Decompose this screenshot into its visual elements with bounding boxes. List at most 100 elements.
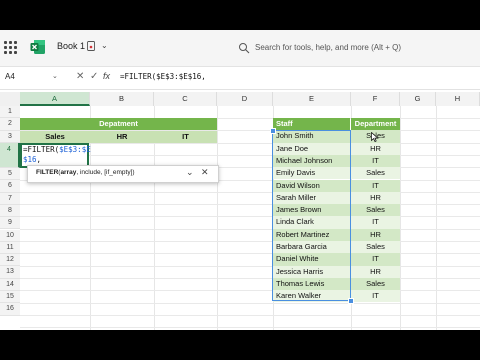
- department-cell[interactable]: HR: [351, 265, 400, 278]
- row-header[interactable]: 8: [0, 204, 20, 218]
- grid-line: [20, 228, 480, 230]
- column-header-d[interactable]: D: [217, 92, 273, 106]
- column-header-f[interactable]: F: [351, 92, 400, 106]
- staff-cell[interactable]: Jane Doe: [273, 142, 350, 155]
- column-header-a[interactable]: A: [20, 92, 90, 106]
- staff-header[interactable]: Staff: [273, 118, 350, 131]
- row-header[interactable]: 12: [0, 254, 20, 267]
- row-header[interactable]: 10: [0, 229, 20, 242]
- department-cell[interactable]: HR: [351, 228, 400, 241]
- department-cell[interactable]: Sales: [351, 204, 400, 217]
- department-cell[interactable]: IT: [351, 290, 400, 303]
- enter-check-icon[interactable]: ✓: [90, 71, 98, 82]
- row-header[interactable]: 6: [0, 180, 20, 193]
- header-hr[interactable]: HR: [90, 131, 154, 143]
- staff-cell[interactable]: Emily Davis: [273, 167, 350, 180]
- argument-include: include: [79, 169, 101, 176]
- staff-cell[interactable]: Robert Martinez: [273, 228, 350, 241]
- column-header-c[interactable]: C: [154, 92, 217, 106]
- department-cell[interactable]: IT: [351, 154, 400, 168]
- row-header[interactable]: 2: [0, 118, 20, 131]
- column-header-b[interactable]: B: [90, 92, 154, 106]
- staff-cell[interactable]: James Brown: [273, 204, 350, 217]
- grid-line: [400, 106, 401, 330]
- formula-bar: A4 ⌄ ✕ ✓ fx =FILTER($E$3:$E$16,: [0, 67, 480, 90]
- function-tooltip[interactable]: FILTER(array, include, [if_empty]) ⌄ ✕: [27, 165, 219, 183]
- chevron-down-icon[interactable]: ⌄: [186, 167, 194, 178]
- department-header[interactable]: Department: [351, 118, 400, 131]
- staff-cell[interactable]: Jessica Harris: [273, 265, 350, 278]
- row-header[interactable]: 14: [0, 278, 20, 291]
- row-header[interactable]: 7: [0, 192, 20, 205]
- argument-array: array: [60, 169, 77, 176]
- insert-function-icon[interactable]: fx: [103, 71, 110, 81]
- row-header[interactable]: 9: [0, 217, 20, 230]
- excel-logo-icon[interactable]: [30, 39, 46, 55]
- save-status-icon: [87, 41, 95, 51]
- row-header[interactable]: 16: [0, 303, 20, 316]
- department-cell[interactable]: IT: [351, 253, 400, 266]
- department-title-cell[interactable]: Depatment: [20, 118, 217, 130]
- active-cell-formula-line1[interactable]: =FILTER($E$3:$E: [23, 145, 91, 154]
- grid-line: [20, 191, 480, 193]
- row-header[interactable]: 13: [0, 266, 20, 279]
- cancel-icon[interactable]: ✕: [76, 71, 84, 82]
- staff-cell[interactable]: John Smith: [273, 130, 350, 143]
- search-icon[interactable]: [238, 42, 250, 54]
- staff-cell[interactable]: David Wilson: [273, 179, 350, 192]
- grid-line: [20, 204, 480, 206]
- column-header-h[interactable]: H: [436, 92, 480, 106]
- grid-line: [20, 327, 480, 329]
- column-header-e[interactable]: E: [273, 92, 351, 106]
- column-header-g[interactable]: G: [400, 92, 436, 106]
- workbook-name[interactable]: Book 1: [57, 41, 85, 51]
- grid-line: [20, 314, 480, 316]
- grid-line: [20, 216, 480, 218]
- header-sales[interactable]: Sales: [20, 131, 90, 143]
- department-cell[interactable]: HR: [351, 191, 400, 205]
- row-header[interactable]: 15: [0, 291, 20, 304]
- department-cell[interactable]: Sales: [351, 167, 400, 180]
- row-header[interactable]: 3: [0, 130, 20, 143]
- argument-if-empty: [if_empty]: [104, 169, 133, 176]
- active-cell-formula-line2[interactable]: $16,: [23, 155, 41, 164]
- name-box[interactable]: A4: [3, 70, 49, 84]
- select-all-corner[interactable]: [0, 92, 20, 106]
- staff-cell[interactable]: Karen Walker: [273, 290, 350, 303]
- staff-cell[interactable]: Linda Clark: [273, 216, 350, 229]
- grid-line: [20, 302, 480, 304]
- department-cell[interactable]: HR: [351, 142, 400, 155]
- department-cell[interactable]: IT: [351, 216, 400, 229]
- close-icon[interactable]: ✕: [201, 167, 209, 178]
- grid-line: [20, 154, 480, 156]
- formula-suffix: ,: [36, 155, 42, 164]
- chevron-down-icon[interactable]: ⌄: [101, 41, 108, 50]
- department-cell[interactable]: IT: [351, 179, 400, 192]
- chevron-down-icon[interactable]: ⌄: [52, 72, 58, 80]
- grid-line: [20, 277, 480, 279]
- title-bar: Book 1 ⌄ Search for tools, help, and mor…: [0, 30, 480, 67]
- function-name: FILTER: [36, 169, 59, 176]
- grid-line: [217, 106, 218, 330]
- row-header[interactable]: 5: [0, 168, 20, 181]
- department-cell[interactable]: Sales: [351, 277, 400, 291]
- staff-cell[interactable]: Daniel White: [273, 253, 350, 266]
- department-cell[interactable]: Sales: [351, 241, 400, 254]
- app-launcher-icon[interactable]: [4, 41, 18, 55]
- row-header[interactable]: 11: [0, 241, 20, 255]
- selection-handle[interactable]: [270, 128, 276, 134]
- formula-prefix: =FILTER(: [23, 145, 60, 154]
- row-header[interactable]: 1: [0, 106, 20, 119]
- staff-cell[interactable]: Sarah Miller: [273, 191, 350, 205]
- selection-handle[interactable]: [348, 298, 354, 304]
- formula-input[interactable]: =FILTER($E$3:$E$16,: [120, 72, 206, 81]
- row-header-selected[interactable]: 4: [0, 142, 20, 168]
- formula-range-ref: $E$3:$E: [59, 145, 91, 154]
- staff-cell[interactable]: Barbara Garcia: [273, 241, 350, 254]
- grid-line: [20, 265, 480, 267]
- staff-cell[interactable]: Michael Johnson: [273, 154, 350, 168]
- mouse-cursor-icon: [371, 132, 379, 142]
- header-it[interactable]: IT: [154, 131, 217, 143]
- staff-cell[interactable]: Thomas Lewis: [273, 277, 350, 291]
- search-placeholder[interactable]: Search for tools, help, and more (Alt + …: [255, 43, 401, 52]
